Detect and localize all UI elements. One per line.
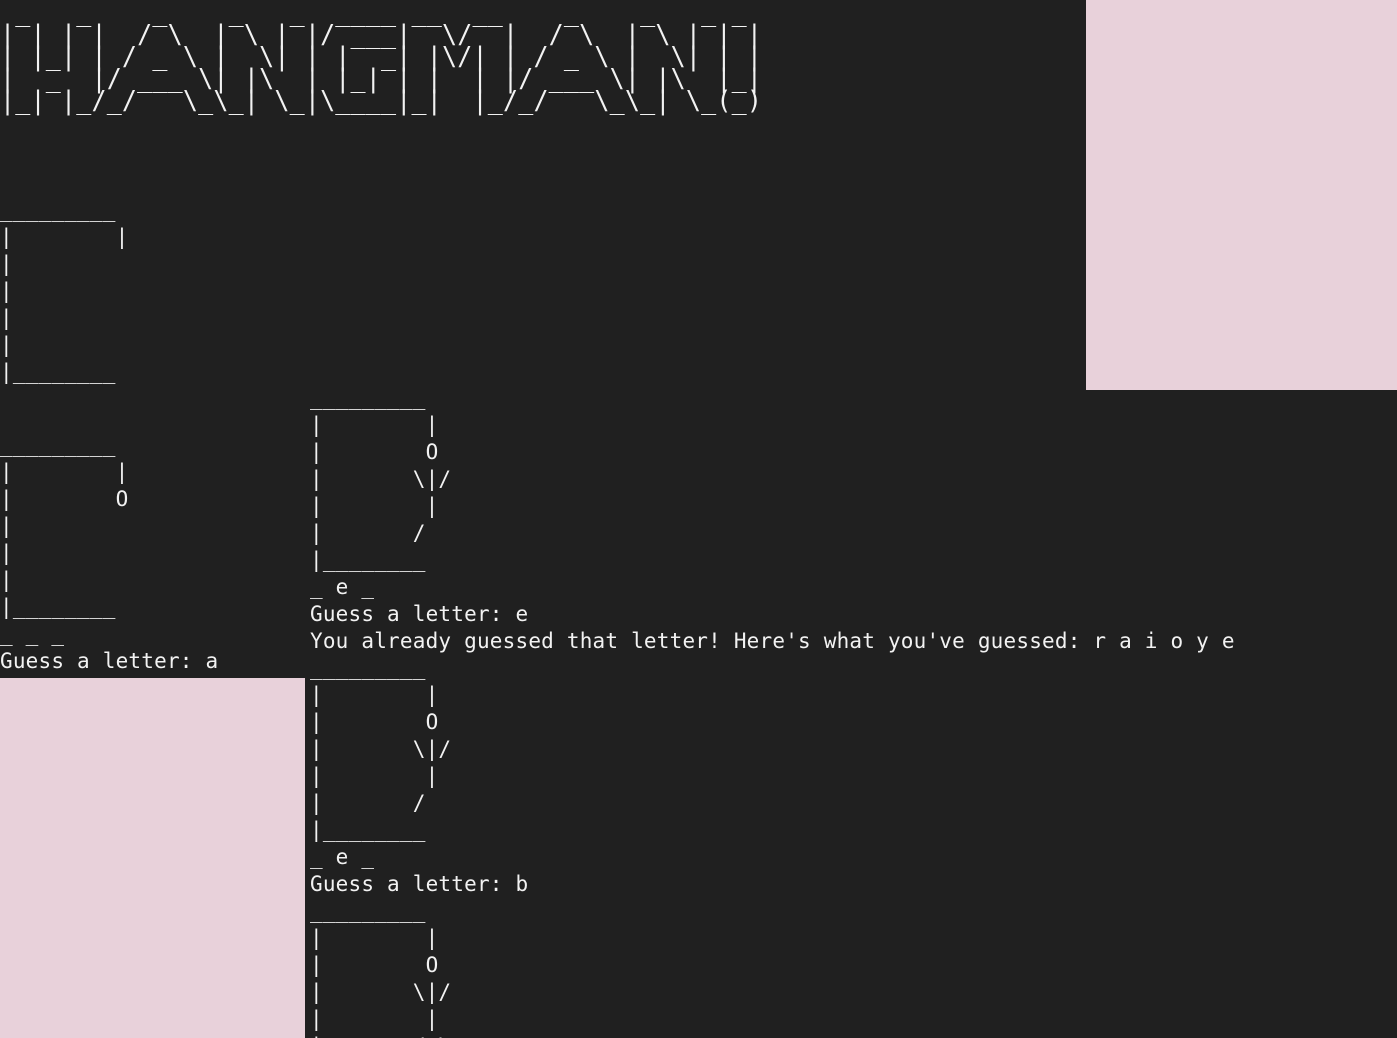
terminal-output-round-three: _________ | | | O | \|/ | | | / |_______… bbox=[310, 390, 1235, 1038]
hangman-ascii-banner: _ _ _ _ _ ____ __ __ _ _ _ _ | | | | / \… bbox=[0, 0, 763, 116]
terminal-output-round-two: _________ | | | O | | | |________ _ _ _ … bbox=[0, 433, 219, 673]
terminal-output-right: _________ | | | O | \|/ | | | / |_______… bbox=[305, 390, 1397, 1038]
terminal-output-lower-left: _________ | | | O | | | |________ _ _ _ … bbox=[0, 390, 305, 678]
terminal-output-round-one: _________ | | | | | | |________ _ _ _ Gu… bbox=[0, 198, 129, 390]
terminal-output-top: _ _ _ _ _ ____ __ __ _ _ _ _ | | | | / \… bbox=[0, 0, 1086, 390]
